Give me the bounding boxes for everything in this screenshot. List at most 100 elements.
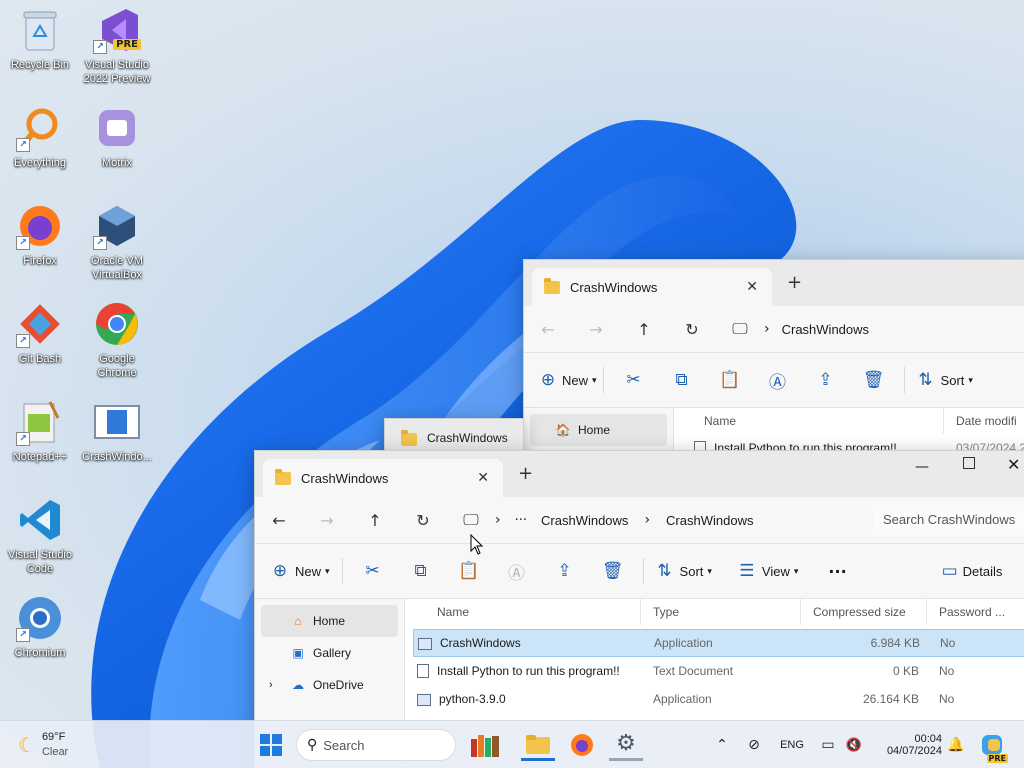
column-header-name[interactable]: Name <box>674 408 944 434</box>
search-box[interactable]: ⚲ Search <box>296 729 456 761</box>
up-arrow-icon[interactable]: ↑ <box>620 320 668 339</box>
nav-item-onedrive[interactable]: › ☁ OneDrive <box>261 669 398 701</box>
pre-badge: PRE <box>113 39 141 50</box>
nav-item-gallery[interactable]: ▣ Gallery <box>261 637 398 669</box>
crashwindows-app-icon <box>94 405 140 439</box>
chevron-down-icon: ▾ <box>707 565 712 576</box>
taskbar-app-books[interactable] <box>466 729 506 761</box>
desktop-icon-virtualbox[interactable]: ↗ Oracle VM VirtualBox <box>77 196 157 286</box>
breadcrumb-item[interactable]: CrashWindows <box>541 513 628 528</box>
vscode-icon <box>20 500 60 540</box>
breadcrumb-item[interactable]: CrashWindows <box>666 513 753 528</box>
column-header-password[interactable]: Password ... <box>927 599 1007 625</box>
chevron-right-icon[interactable]: › <box>269 679 289 691</box>
new-button[interactable]: ⊕ New ▾ <box>265 561 330 581</box>
desktop-icon-firefox[interactable]: ↗ Firefox <box>0 196 80 286</box>
cut-icon[interactable]: ✂ <box>349 561 397 581</box>
paste-icon[interactable]: 📋 <box>445 561 493 581</box>
share-icon[interactable]: ⇪ <box>802 370 850 390</box>
paste-icon[interactable]: 📋 <box>706 370 754 390</box>
rename-icon[interactable]: Ⓐ <box>754 368 802 393</box>
weather-widget[interactable]: ☾ 69°F Clear <box>18 729 88 761</box>
cut-icon[interactable]: ✂ <box>610 370 658 390</box>
search-input[interactable]: Search <box>323 738 364 753</box>
nav-item-home[interactable]: ⌂ Home <box>261 605 398 637</box>
forward-arrow-icon[interactable]: → <box>572 320 620 339</box>
taskbar-app-firefox[interactable] <box>565 729 599 761</box>
desktop-icon-notepadpp[interactable]: ↗ Notepad++ <box>0 392 80 482</box>
new-button[interactable]: ⊕ New ▾ <box>534 370 597 390</box>
breadcrumb-item[interactable]: CrashWindows <box>782 322 869 337</box>
column-header-type[interactable]: Type <box>641 599 801 625</box>
desktop-icon-visual-studio-preview[interactable]: PRE ↗ Visual Studio 2022 Preview <box>77 0 157 90</box>
display-icon[interactable]: ▭ <box>818 729 838 761</box>
taskbar-app-settings[interactable]: ⚙ <box>609 729 643 761</box>
volume-icon[interactable]: 🔇 <box>844 729 864 761</box>
explorer-window-back[interactable]: CrashWindows ✕ + ← → ↑ ↻ 🖵 › CrashWindow… <box>523 259 1024 459</box>
column-header-row: Name Type Compressed size Password ... <box>413 599 1024 625</box>
more-options-icon[interactable]: ··· <box>828 562 846 581</box>
application-file-icon <box>418 637 432 650</box>
close-window-button[interactable]: ✕ <box>1007 455 1020 474</box>
view-button[interactable]: ☰ View ▾ <box>732 561 798 581</box>
desktop-icon-recycle-bin[interactable]: Recycle Bin <box>0 0 80 90</box>
clock[interactable]: 00:04 04/07/2024 <box>872 729 942 761</box>
this-pc-icon[interactable]: 🖵 <box>447 510 495 530</box>
nav-item-home[interactable]: 🏠 Home <box>530 414 667 446</box>
tab-crashwindows[interactable]: CrashWindows ✕ <box>532 268 772 306</box>
sort-icon: ⇅ <box>657 561 672 580</box>
refresh-icon[interactable]: ↻ <box>668 320 716 339</box>
table-row[interactable]: CrashWindows Application 6.984 KB No <box>413 629 1024 657</box>
new-tab-button[interactable]: + <box>518 463 533 484</box>
column-header-name[interactable]: Name <box>413 599 641 625</box>
tab-crashwindows[interactable]: CrashWindows ✕ <box>263 459 503 497</box>
back-arrow-icon[interactable]: ← <box>524 320 572 339</box>
network-status-icon[interactable]: ⊘ <box>744 729 764 761</box>
column-header-date[interactable]: Date modifi <box>944 408 1017 434</box>
desktop-icon-crashwindows[interactable]: CrashWindo... <box>77 392 157 482</box>
desktop-icon-motrix[interactable]: Motrix <box>77 98 157 188</box>
desktop-icon-git-bash[interactable]: ↗ Git Bash <box>0 294 80 384</box>
taskbar-app-file-explorer[interactable] <box>521 729 555 761</box>
show-hidden-icons-button[interactable]: ⌃ <box>712 729 732 761</box>
sort-button[interactable]: ⇅ Sort ▾ <box>911 370 973 390</box>
weather-desc: Clear <box>41 746 69 758</box>
forward-arrow-icon[interactable]: → <box>303 511 351 530</box>
shortcut-arrow-icon: ↗ <box>16 334 30 348</box>
close-tab-button[interactable]: ✕ <box>477 470 489 486</box>
more-locations-icon[interactable]: ··· <box>515 513 527 528</box>
search-input[interactable]: Search CrashWindows <box>873 505 1024 535</box>
chevron-right-icon: › <box>495 512 501 528</box>
folder-icon <box>401 430 417 446</box>
this-pc-icon[interactable]: 🖵 <box>716 319 764 339</box>
copy-icon[interactable]: ⧉ <box>658 370 706 390</box>
maximize-button[interactable] <box>963 457 975 469</box>
new-tab-button[interactable]: + <box>787 272 802 293</box>
back-arrow-icon[interactable]: ← <box>255 511 303 530</box>
desktop-icon-chromium[interactable]: ↗ Chromium <box>0 588 80 678</box>
copilot-preview-button[interactable]: PRE <box>978 729 1008 763</box>
rename-icon[interactable]: Ⓐ <box>493 559 541 584</box>
delete-icon[interactable]: 🗑 <box>589 561 637 581</box>
column-header-compressed-size[interactable]: Compressed size <box>801 599 927 625</box>
close-tab-button[interactable]: ✕ <box>746 279 758 295</box>
desktop-icon-everything[interactable]: ↗ Everything <box>0 98 80 188</box>
desktop-icon-chrome[interactable]: Google Chrome <box>77 294 157 384</box>
table-row[interactable]: python-3.9.0 Application 26.164 KB No <box>413 685 1024 713</box>
language-indicator[interactable]: ENG <box>776 729 808 761</box>
refresh-icon[interactable]: ↻ <box>399 511 447 530</box>
details-button[interactable]: ▭ Details <box>937 561 1003 581</box>
sort-button[interactable]: ⇅ Sort ▾ <box>650 561 712 581</box>
table-row[interactable]: Install Python to run this program!! Tex… <box>413 657 1024 685</box>
copy-icon[interactable]: ⧉ <box>397 561 445 581</box>
minimize-button[interactable]: — <box>915 459 929 475</box>
share-icon[interactable]: ⇪ <box>541 561 589 581</box>
notifications-button[interactable]: 🔔 <box>946 729 966 761</box>
desktop-icon-vscode[interactable]: Visual Studio Code <box>0 490 80 580</box>
delete-icon[interactable]: 🗑 <box>850 370 898 390</box>
up-arrow-icon[interactable]: ↑ <box>351 511 399 530</box>
navigation-bar: ← → ↑ ↻ 🖵 › ··· CrashWindows › CrashWind… <box>255 497 1024 543</box>
start-button[interactable] <box>256 729 286 761</box>
tab-title[interactable]: CrashWindows <box>427 431 508 445</box>
tab-title: CrashWindows <box>570 279 658 295</box>
